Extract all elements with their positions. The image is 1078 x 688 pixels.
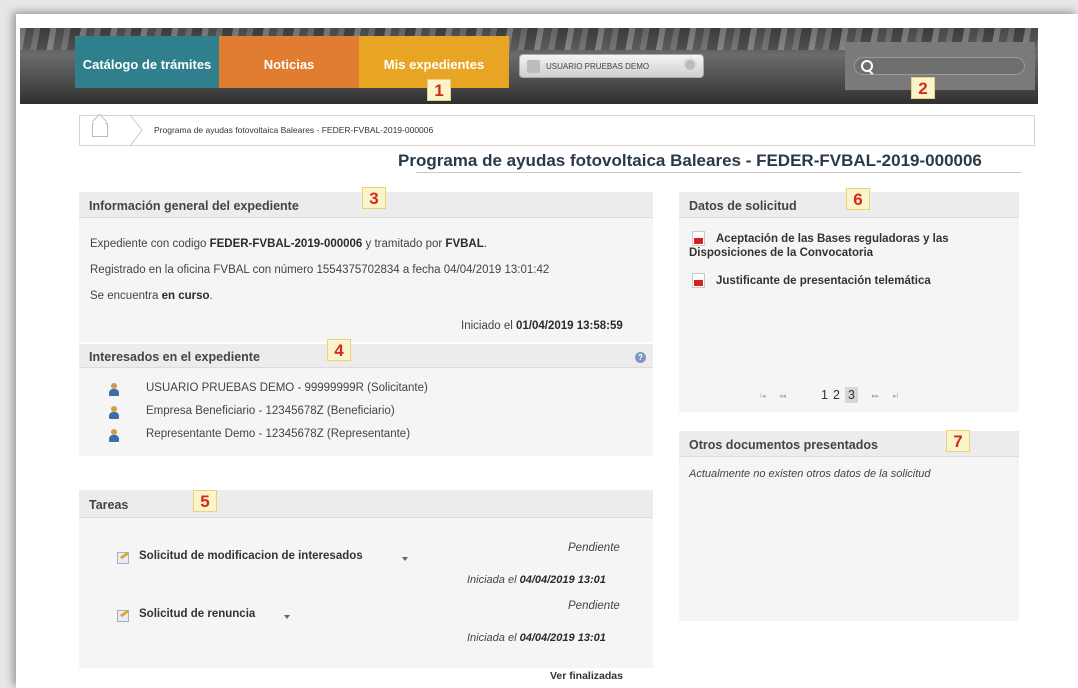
tab-catalogo-tramites[interactable]: Catálogo de trámites (75, 36, 219, 88)
tab-noticias[interactable]: Noticias (219, 36, 359, 88)
task-icon (117, 610, 129, 622)
chevron-down-icon[interactable] (402, 557, 408, 561)
pager-first-icon[interactable]: I◂ (760, 392, 765, 400)
pager-last-icon[interactable]: ▸I (893, 392, 898, 400)
task-status: Pendiente (568, 542, 620, 554)
breadcrumb-separator-icon (129, 115, 143, 146)
task-name[interactable]: Solicitud de modificacion de interesados (139, 550, 363, 562)
logout-icon[interactable] (683, 58, 697, 72)
interesado-item: USUARIO PRUEBAS DEMO - 99999999R (Solici… (146, 382, 428, 394)
interesado-item: Empresa Beneficiario - 12345678Z (Benefi… (146, 405, 395, 417)
callout-4: 4 (327, 339, 351, 361)
search-icon[interactable] (861, 60, 873, 72)
interesado-item: Representante Demo - 12345678Z (Represen… (146, 428, 411, 440)
pager-page[interactable]: 1 (821, 388, 828, 402)
interesados-heading: Interesados en el expediente (79, 344, 653, 368)
person-icon (109, 383, 119, 396)
title-divider (416, 172, 1021, 173)
tareas-heading: Tareas (79, 490, 653, 518)
pdf-icon (692, 273, 705, 288)
task-icon (117, 552, 129, 564)
search-input[interactable] (854, 57, 1025, 75)
doc-link[interactable]: Aceptación de las Bases reguladoras y la… (716, 233, 949, 245)
doc-link-continued[interactable]: Disposiciones de la Convocatoria (689, 247, 873, 259)
task-status: Pendiente (568, 600, 620, 612)
task-started: Iniciada el 04/04/2019 13:01 (467, 574, 606, 586)
callout-5: 5 (193, 490, 217, 512)
app-frame: Catálogo de trámites Noticias Mis expedi… (16, 14, 1078, 688)
ver-finalizadas-link[interactable]: Ver finalizadas (550, 670, 623, 682)
info-line-registro: Registrado en la oficina FVBAL con númer… (90, 264, 550, 276)
person-icon (109, 406, 119, 419)
otros-empty-message: Actualmente no existen otros datos de la… (689, 468, 931, 480)
user-icon (527, 60, 540, 73)
pager-page-current[interactable]: 3 (845, 387, 858, 403)
breadcrumb-current[interactable]: Programa de ayudas fotovoltaica Baleares… (154, 116, 433, 145)
user-menu-button[interactable]: USUARIO PRUEBAS DEMO (519, 54, 704, 78)
page-title: Programa de ayudas fotovoltaica Baleares… (398, 151, 982, 170)
callout-6: 6 (846, 188, 870, 210)
callout-7: 7 (946, 430, 970, 452)
task-name[interactable]: Solicitud de renuncia (139, 608, 255, 620)
callout-2: 2 (911, 77, 935, 99)
doc-link[interactable]: Justificante de presentación telemática (716, 275, 931, 287)
chevron-down-icon[interactable] (284, 615, 290, 619)
home-icon[interactable] (92, 123, 108, 137)
callout-3: 3 (362, 187, 386, 209)
task-started: Iniciada el 04/04/2019 13:01 (467, 632, 606, 644)
pager-page[interactable]: 2 (833, 388, 840, 402)
pager-prev-icon[interactable]: ◂◂ (779, 392, 786, 400)
person-icon (109, 429, 119, 442)
otros-panel (679, 431, 1019, 621)
info-started: Iniciado el 01/04/2019 13:58:59 (461, 320, 623, 332)
pager-next-icon[interactable]: ▸▸ (872, 392, 879, 400)
user-name: USUARIO PRUEBAS DEMO (546, 62, 650, 71)
info-line-code: Expediente con codigo FEDER-FVBAL-2019-0… (90, 238, 487, 250)
breadcrumb: Programa de ayudas fotovoltaica Baleares… (79, 115, 1035, 146)
datos-panel (679, 192, 1019, 412)
help-icon[interactable]: ? (635, 352, 646, 363)
info-line-estado: Se encuentra en curso. (90, 290, 213, 302)
pdf-icon (692, 231, 705, 246)
callout-1: 1 (427, 79, 451, 101)
